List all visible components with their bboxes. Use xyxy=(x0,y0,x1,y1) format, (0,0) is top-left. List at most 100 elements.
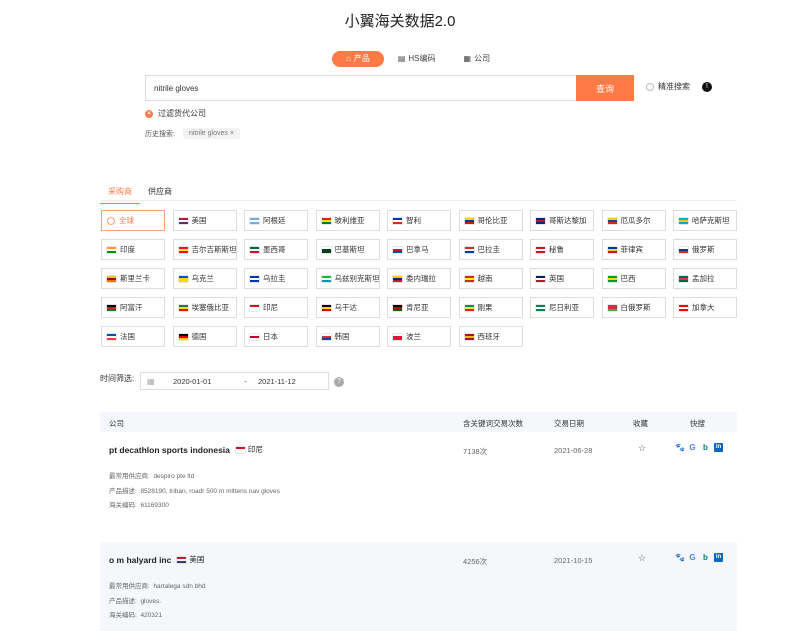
country-option[interactable]: 孟加拉 xyxy=(673,268,737,289)
google-icon[interactable]: G xyxy=(688,443,697,452)
country-option[interactable]: 哈萨克斯坦 xyxy=(673,210,737,231)
country-option[interactable]: 刚果 xyxy=(458,297,523,318)
precise-search-toggle[interactable]: 精准搜索 ! xyxy=(646,81,712,92)
country-option[interactable]: 印尼 xyxy=(244,297,308,318)
country-name: 乌拉圭 xyxy=(263,274,286,283)
country-name: 菲律宾 xyxy=(620,245,644,254)
country-option[interactable]: 西班牙 xyxy=(458,326,523,347)
country-option[interactable]: 俄罗斯 xyxy=(673,239,737,260)
country-option[interactable]: 韩国 xyxy=(315,326,380,347)
company-name-link[interactable]: o m halyard inc xyxy=(109,555,171,565)
tab-buyers[interactable]: 采购商 xyxy=(100,184,140,204)
country-option[interactable]: 加拿大 xyxy=(673,297,737,318)
country-option[interactable]: 英国 xyxy=(530,268,594,289)
country-option[interactable]: 全球 xyxy=(101,210,165,231)
country-option[interactable]: 玻利维亚 xyxy=(315,210,380,231)
flag-icon xyxy=(178,246,188,253)
country-name: 智利 xyxy=(406,216,421,225)
baidu-icon[interactable]: 🐾 xyxy=(675,553,685,562)
country-option[interactable]: 埃塞俄比亚 xyxy=(172,297,237,318)
bing-icon[interactable]: b xyxy=(701,443,710,452)
date-range-picker[interactable]: ▦ 2020-01-01 - 2021-11-12 xyxy=(140,372,329,390)
flag-icon xyxy=(607,246,617,253)
precise-search-radio[interactable] xyxy=(646,82,654,91)
linkedin-icon[interactable]: in xyxy=(714,553,723,562)
start-date[interactable]: 2020-01-01 xyxy=(173,377,233,386)
flag-icon xyxy=(536,246,545,253)
product-description-label: 产品描述: xyxy=(109,488,137,495)
table-row: pt decathlon sports indonesia 印尼 7138次 2… xyxy=(100,432,737,532)
country-option[interactable]: 菲律宾 xyxy=(601,239,666,260)
country-name: 哈萨克斯坦 xyxy=(692,216,730,225)
country-option[interactable]: 哥伦比亚 xyxy=(458,210,523,231)
country-option[interactable]: 尼日利亚 xyxy=(530,297,594,318)
filter-forwarders[interactable]: ✕ 过滤货代公司 xyxy=(145,108,206,119)
star-icon[interactable]: ☆ xyxy=(638,553,646,564)
country-option[interactable]: 法国 xyxy=(101,326,165,347)
country-option[interactable]: 乌克兰 xyxy=(172,268,237,289)
country-option[interactable]: 乌兹别克斯坦 xyxy=(315,268,380,289)
help-icon[interactable]: ? xyxy=(334,377,344,387)
country-option[interactable]: 巴拿马 xyxy=(387,239,451,260)
bing-icon[interactable]: b xyxy=(701,553,710,562)
table-header: 公司 含关键词交易次数 交易日期 收藏 快搜 xyxy=(100,412,737,432)
country-option[interactable]: 厄瓜多尔 xyxy=(601,210,666,231)
box-icon: ⌂ xyxy=(346,54,351,63)
country-option[interactable]: 乌干达 xyxy=(315,297,380,318)
google-icon[interactable]: G xyxy=(688,553,697,562)
flag-icon xyxy=(178,304,188,311)
country-option[interactable]: 德国 xyxy=(172,326,237,347)
country-option[interactable]: 巴基斯坦 xyxy=(315,239,380,260)
country-option[interactable]: 墨西哥 xyxy=(244,239,308,260)
transaction-date: 2021-06-28 xyxy=(554,446,593,455)
country-option[interactable]: 秘鲁 xyxy=(530,239,594,260)
close-icon[interactable]: × xyxy=(230,130,234,137)
country-name: 委内瑞拉 xyxy=(406,274,436,283)
country-option[interactable]: 巴西 xyxy=(601,268,666,289)
country-option[interactable]: 阿根廷 xyxy=(244,210,308,231)
country-option[interactable]: 斯里兰卡 xyxy=(101,268,165,289)
country-name: 乌克兰 xyxy=(191,274,215,283)
hs-code: 海关编码: 420321 xyxy=(109,609,162,619)
country-option[interactable]: 印度 xyxy=(101,239,165,260)
country-name: 哥伦比亚 xyxy=(477,216,508,225)
checked-icon[interactable]: ✕ xyxy=(145,109,153,118)
star-icon[interactable]: ☆ xyxy=(638,443,646,454)
country-option[interactable]: 阿富汗 xyxy=(101,297,165,318)
country-option[interactable]: 哥斯达黎加 xyxy=(530,210,594,231)
tab-product[interactable]: ⌂ 产品 xyxy=(332,51,384,67)
search-input[interactable] xyxy=(145,75,577,101)
flag-icon xyxy=(607,304,617,311)
end-date[interactable]: 2021-11-12 xyxy=(258,377,296,386)
company-name-link[interactable]: pt decathlon sports indonesia xyxy=(109,445,230,455)
tab-company[interactable]: ▦ 公司 xyxy=(450,51,505,67)
baidu-icon[interactable]: 🐾 xyxy=(675,443,685,452)
flag-icon xyxy=(321,304,331,311)
transaction-date: 2021-10-15 xyxy=(554,556,593,565)
flag-icon xyxy=(178,333,188,340)
tab-suppliers[interactable]: 供应商 xyxy=(140,184,180,204)
tab-hs-code[interactable]: ▤ HS编码 xyxy=(384,51,450,67)
country-option[interactable]: 白俄罗斯 xyxy=(601,297,666,318)
help-icon[interactable]: ! xyxy=(702,81,712,92)
country-option[interactable]: 委内瑞拉 xyxy=(387,268,451,289)
country-option[interactable]: 吉尔吉斯斯坦 xyxy=(172,239,237,260)
product-description: 产品描述: gloves. xyxy=(109,595,161,605)
document-icon: ▤ xyxy=(397,54,406,63)
country-option[interactable]: 日本 xyxy=(244,326,308,347)
country-option[interactable]: 巴拉圭 xyxy=(458,239,523,260)
linkedin-icon[interactable]: in xyxy=(714,443,723,452)
country-option[interactable]: 智利 xyxy=(387,210,451,231)
history-chip[interactable]: nitrile gloves × xyxy=(182,128,240,139)
top-supplier-value: hartalega sdn bhd xyxy=(153,583,206,590)
country-option[interactable]: 美国 xyxy=(172,210,237,231)
search-button[interactable]: 查询 xyxy=(576,75,634,101)
country-option[interactable]: 乌拉圭 xyxy=(244,268,308,289)
company-country: 印尼 xyxy=(235,444,263,455)
country-option[interactable]: 肯尼亚 xyxy=(387,297,451,318)
country-option[interactable]: 波兰 xyxy=(387,326,451,347)
flag-icon xyxy=(321,333,331,340)
product-description-value: gloves. xyxy=(140,598,162,605)
globe-icon xyxy=(107,216,115,225)
country-option[interactable]: 越南 xyxy=(458,268,523,289)
